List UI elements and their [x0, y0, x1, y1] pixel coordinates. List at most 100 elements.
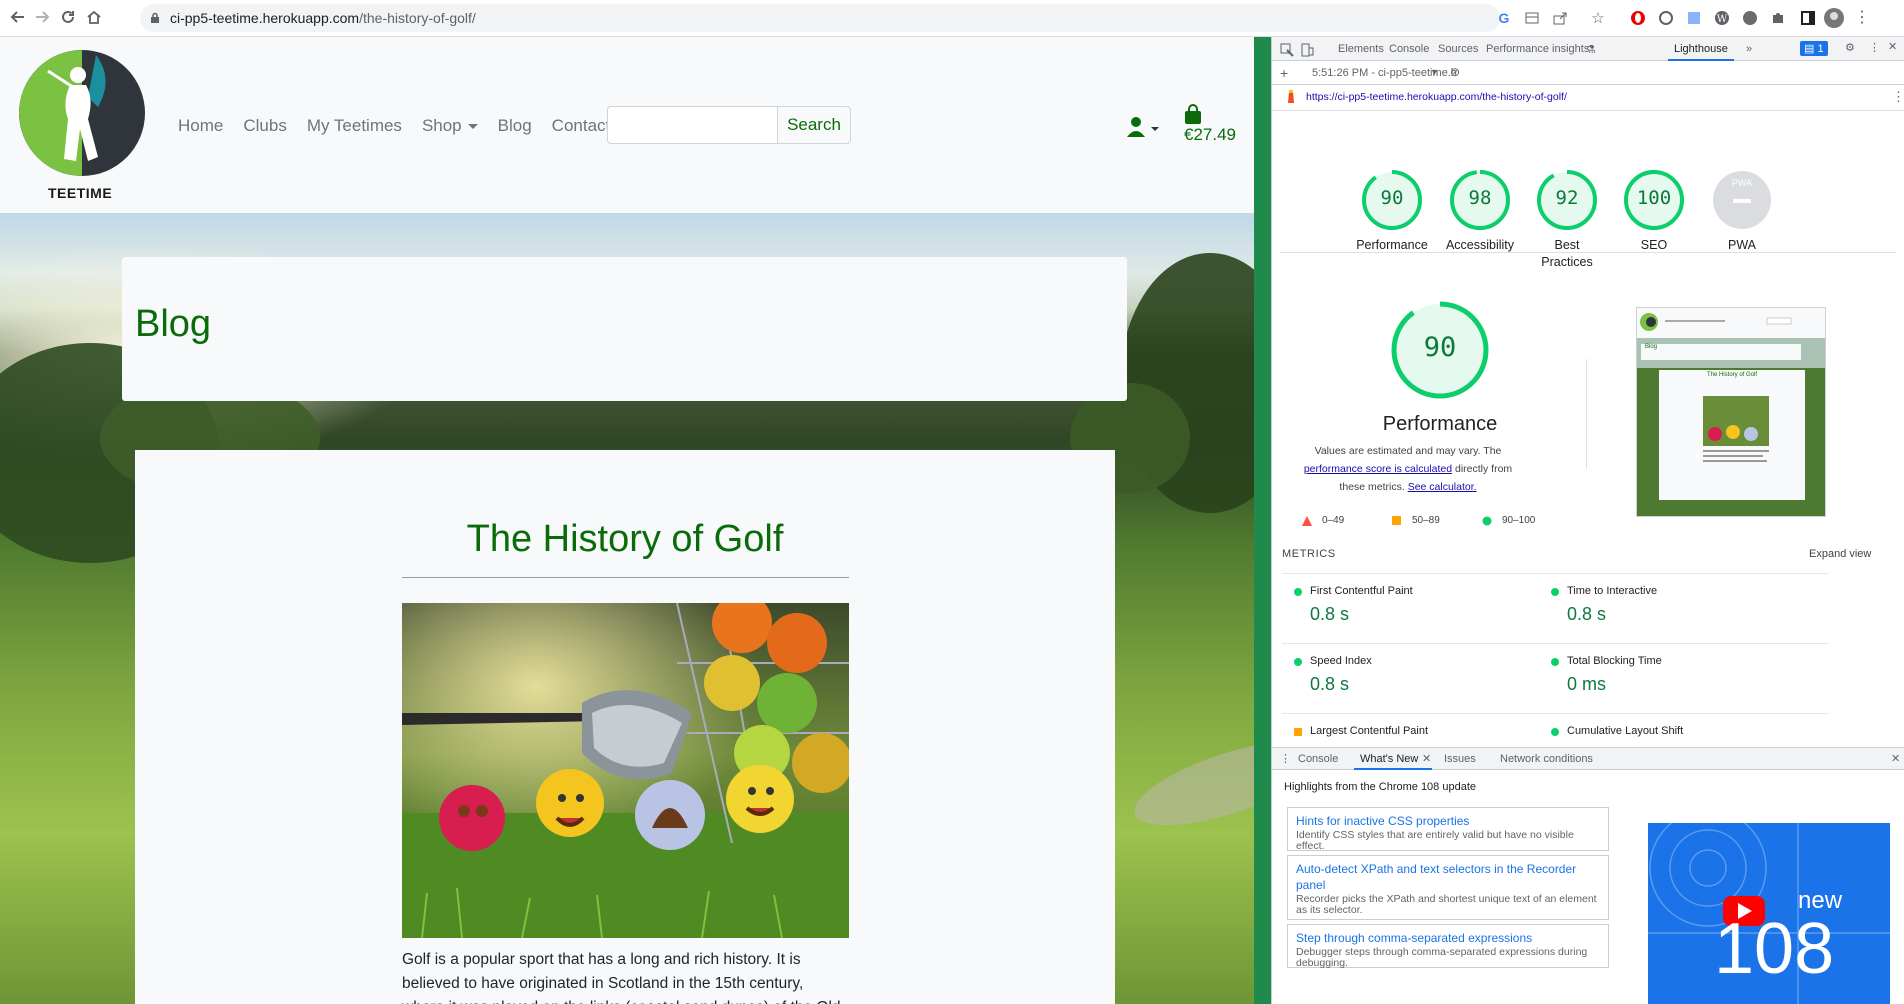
drawer-tab-whats-new[interactable]: What's New	[1360, 753, 1418, 765]
devtools-tabs: Elements Console Sources Performance ins…	[1272, 37, 1904, 61]
report-menu-icon[interactable]: ⋮	[1892, 89, 1904, 105]
best-practices-gauge[interactable]: 92	[1536, 169, 1598, 231]
reload-icon[interactable]	[56, 5, 80, 29]
device-toolbar-icon[interactable]	[1300, 43, 1314, 60]
desc-text: Values are estimated and may vary. The	[1314, 445, 1502, 457]
opera-icon[interactable]	[1628, 8, 1648, 28]
accessibility-gauge[interactable]: 98	[1449, 169, 1511, 231]
metric-value: 0.8 s	[1567, 604, 1607, 624]
tab-performance-insights[interactable]: Performance insights	[1486, 43, 1589, 55]
pass-circle-icon	[1551, 728, 1559, 736]
thumb-blog-text: Blog	[1645, 344, 1658, 350]
close-drawer-icon[interactable]: ✕	[1891, 752, 1900, 765]
whats-new-video-thumbnail[interactable]: new 108	[1648, 823, 1890, 1004]
report-url[interactable]: https://ci-pp5-teetime.herokuapp.com/the…	[1306, 91, 1567, 103]
lighthouse-toolbar: + 5:51:26 PM - ci-pp5-teetime.h ▼ ⊘	[1272, 61, 1904, 85]
search-button[interactable]: Search	[777, 106, 851, 144]
performance-gauge[interactable]: 90	[1361, 169, 1423, 231]
pass-circle-icon	[1551, 588, 1559, 596]
legend-average: 50–89	[1392, 515, 1440, 526]
nav-blog[interactable]: Blog	[498, 116, 532, 136]
devtools-panel: Elements Console Sources Performance ins…	[1271, 37, 1904, 1004]
google-icon[interactable]: G	[1494, 8, 1514, 28]
devtools-resize-handle[interactable]	[1254, 37, 1271, 1004]
more-options-icon[interactable]: ⋮	[1869, 41, 1880, 54]
issues-badge[interactable]: ▤ 1	[1800, 41, 1828, 56]
page-title: Blog	[135, 303, 212, 345]
logo-text: TEETIME	[48, 185, 113, 201]
address-bar[interactable]: ci-pp5-teetime.herokuapp.com/the-history…	[140, 4, 1500, 32]
close-devtools-icon[interactable]: ✕	[1888, 40, 1897, 53]
seo-gauge[interactable]: 100	[1623, 169, 1685, 231]
score-legend: 0–49 50–89 90–100	[1302, 515, 1562, 531]
metric-name: Total Blocking Time	[1567, 655, 1662, 667]
star-icon[interactable]: ☆	[1588, 8, 1608, 28]
menu-icon[interactable]: ⋮	[1852, 8, 1872, 28]
drawer-menu-icon[interactable]: ⋮	[1280, 752, 1291, 765]
see-calculator-link[interactable]: See calculator.	[1408, 481, 1477, 493]
news-title[interactable]: Auto-detect XPath and text selectors in …	[1296, 861, 1600, 893]
pass-circle-icon	[1551, 658, 1559, 666]
tab-lighthouse[interactable]: Lighthouse	[1674, 43, 1728, 55]
lock-icon	[150, 11, 160, 29]
news-card[interactable]: Hints for inactive CSS properties Identi…	[1287, 807, 1609, 852]
nav-clubs[interactable]: Clubs	[243, 116, 286, 136]
metric-name: Cumulative Layout Shift	[1567, 725, 1684, 737]
average-square-icon	[1294, 728, 1302, 736]
metric-value: 0 ms	[1567, 674, 1607, 694]
profile-avatar[interactable]	[1824, 8, 1844, 28]
shopping-bag-icon[interactable]	[1182, 103, 1204, 125]
tab-elements[interactable]: Elements	[1338, 43, 1384, 55]
news-card[interactable]: Auto-detect XPath and text selectors in …	[1287, 855, 1609, 920]
caret-down-icon[interactable]: ▼	[1430, 67, 1439, 77]
add-icon[interactable]: +	[1280, 65, 1288, 81]
accessibility-score: 98	[1468, 187, 1492, 209]
svg-text:W: W	[1717, 14, 1728, 25]
forward-icon[interactable]	[30, 5, 54, 29]
url-text: ci-pp5-teetime.herokuapp.com/the-history…	[170, 10, 476, 26]
close-tab-icon[interactable]: ✕	[1422, 752, 1431, 765]
metric-name: Largest Contentful Paint	[1310, 725, 1429, 737]
performance-score-link[interactable]: performance score is calculated	[1304, 463, 1452, 475]
metric-tbt: Total Blocking Time 0 ms	[1539, 643, 1829, 713]
tab-console[interactable]: Console	[1389, 43, 1429, 55]
drawer-tab-network-conditions[interactable]: Network conditions	[1500, 753, 1593, 765]
share-icon[interactable]	[1550, 8, 1570, 28]
extension-icon[interactable]	[1740, 8, 1760, 28]
drawer-tab-issues[interactable]: Issues	[1444, 753, 1476, 765]
account-dropdown[interactable]	[1126, 115, 1162, 141]
nav-shop-dropdown[interactable]: Shop	[422, 116, 478, 136]
nav-my-teetimes[interactable]: My Teetimes	[307, 116, 402, 136]
extension-icon[interactable]	[1656, 8, 1676, 28]
tab-sources[interactable]: Sources	[1438, 43, 1478, 55]
pwa-gauge[interactable]: PWA	[1711, 169, 1773, 231]
page-screenshot-thumbnail[interactable]: Blog The History of Golf	[1636, 307, 1826, 517]
legend-pass: 90–100	[1482, 515, 1535, 526]
expand-view-toggle[interactable]: Expand view	[1809, 548, 1871, 560]
drawer-tab-console[interactable]: Console	[1298, 753, 1338, 765]
metric-name: Speed Index	[1310, 655, 1372, 667]
nav-home[interactable]: Home	[178, 116, 223, 136]
reader-icon[interactable]	[1522, 8, 1542, 28]
settings-gear-icon[interactable]: ⚙	[1845, 41, 1855, 54]
more-tabs-icon[interactable]: »	[1746, 43, 1752, 55]
performance-score: 90	[1380, 187, 1404, 209]
cart-total[interactable]: €27.49	[1184, 125, 1236, 145]
site-search-input[interactable]	[607, 106, 777, 144]
news-title[interactable]: Step through comma-separated expressions	[1296, 930, 1600, 946]
inspect-icon[interactable]	[1280, 43, 1294, 60]
teetime-logo[interactable]	[18, 49, 146, 177]
divider	[1586, 359, 1587, 469]
nav-contact[interactable]: Contact	[552, 116, 611, 136]
puzzle-icon[interactable]	[1768, 8, 1788, 28]
sidebar-icon[interactable]	[1798, 8, 1818, 28]
clear-icon[interactable]: ⊘	[1450, 65, 1460, 79]
extension-icon[interactable]	[1684, 8, 1704, 28]
home-icon[interactable]	[82, 5, 106, 29]
news-title[interactable]: Hints for inactive CSS properties	[1296, 813, 1600, 829]
metric-value: 0.8 s	[1310, 674, 1350, 694]
news-card[interactable]: Step through comma-separated expressions…	[1287, 924, 1609, 969]
back-icon[interactable]	[6, 5, 30, 29]
performance-description: Values are estimated and may vary. The p…	[1292, 442, 1524, 496]
wordpress-icon[interactable]: W	[1712, 8, 1732, 28]
